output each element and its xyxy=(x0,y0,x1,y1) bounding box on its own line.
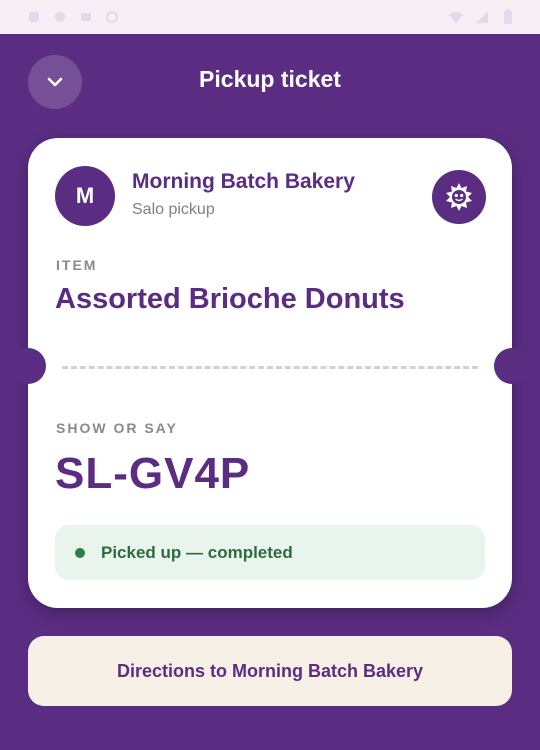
status-text: Picked up — completed xyxy=(101,542,293,562)
notification-icon xyxy=(78,9,94,25)
item-name: Assorted Brioche Donuts xyxy=(55,283,405,315)
item-label: ITEM xyxy=(56,257,98,273)
status-icons-right xyxy=(448,9,516,25)
status-icons-left xyxy=(26,9,120,25)
status-badge: Picked up — completed xyxy=(55,525,485,580)
battery-icon xyxy=(500,9,516,25)
ticket-notch-right xyxy=(494,348,530,384)
notification-icon xyxy=(26,9,42,25)
notification-icon xyxy=(104,9,120,25)
pickup-code: SL-GV4P xyxy=(55,449,251,498)
pickup-code-label: SHOW OR SAY xyxy=(56,420,178,436)
store-subtitle: Salo pickup xyxy=(132,201,215,218)
notification-icon xyxy=(52,9,68,25)
page-title: Pickup ticket xyxy=(199,66,341,92)
pickup-ticket-card: M Morning Batch Bakery Salo pickup ITEM … xyxy=(10,138,530,608)
ticket-notch-left xyxy=(10,348,46,384)
directions-button-label: Directions to Morning Batch Bakery xyxy=(116,660,424,681)
wifi-icon xyxy=(448,9,464,25)
status-dot-icon xyxy=(75,547,85,558)
store-avatar: M xyxy=(55,166,115,226)
status-bar xyxy=(0,0,540,34)
ticket-divider xyxy=(62,366,478,369)
signal-icon xyxy=(474,9,490,25)
store-name: Morning Batch Bakery xyxy=(132,170,355,193)
directions-button[interactable]: Directions to Morning Batch Bakery xyxy=(28,636,512,706)
sun-face-icon xyxy=(432,170,486,224)
